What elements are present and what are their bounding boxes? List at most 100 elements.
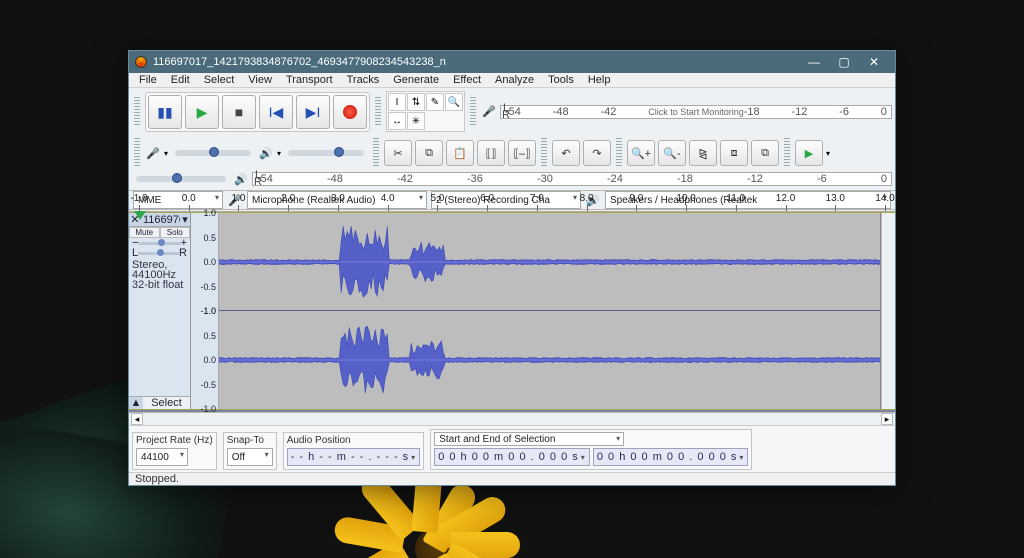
titlebar[interactable]: 116697017_1421793834876702_4693477908234…: [129, 51, 895, 73]
scroll-left-button[interactable]: ◂: [131, 413, 143, 425]
track-area: ✕ 116697017_ ▾ Mute Solo −+ LR Stereo, 4…: [129, 212, 895, 410]
audio-position-field[interactable]: - - h - - m - - . - - - s▾: [287, 448, 421, 466]
menubar: File Edit Select View Transport Tracks G…: [129, 73, 895, 88]
collapse-button[interactable]: ▲: [129, 397, 143, 409]
selection-mode-dropdown[interactable]: Start and End of Selection: [434, 432, 624, 446]
playhead-icon[interactable]: [134, 211, 146, 220]
gain-slider[interactable]: [138, 242, 180, 245]
recording-meter[interactable]: LR -54 -48 -42 -18 -12 -6 0 Click to Sta…: [500, 105, 892, 119]
skip-end-button[interactable]: ▶I: [296, 95, 330, 129]
status-bar: Stopped.: [129, 472, 895, 485]
maximize-button[interactable]: ▢: [829, 51, 859, 73]
zoom-in-button[interactable]: 🔍+: [627, 140, 655, 166]
status-text: Stopped.: [135, 473, 179, 485]
silence-button[interactable]: ⟦–⟧: [508, 140, 536, 166]
project-rate-dropdown[interactable]: 44100: [136, 448, 188, 466]
cut-button[interactable]: ✂: [384, 140, 412, 166]
meter-tick: 0: [881, 173, 887, 185]
pan-slider[interactable]: [138, 252, 179, 255]
skip-start-button[interactable]: I◀: [259, 95, 293, 129]
snap-to-label: Snap-To: [227, 435, 273, 446]
selection-tool-icon[interactable]: I: [388, 93, 406, 111]
zoom-out-button[interactable]: 🔍-: [658, 140, 686, 166]
multi-tool-icon[interactable]: ✳: [407, 112, 425, 130]
copy-button[interactable]: ⧉: [415, 140, 443, 166]
fit-project-button[interactable]: ⧈: [720, 140, 748, 166]
play-speed-slider[interactable]: [136, 176, 226, 182]
toolbar-grip[interactable]: [134, 97, 140, 127]
meter-tick: -12: [747, 173, 763, 185]
menu-effect[interactable]: Effect: [447, 73, 487, 87]
playback-device-dropdown[interactable]: Speakers / Headphones (Realtek: [605, 191, 891, 209]
undo-button[interactable]: ↶: [552, 140, 580, 166]
waveform-display[interactable]: [219, 213, 881, 409]
redo-button[interactable]: ↷: [583, 140, 611, 166]
meter-tick: -54: [257, 173, 273, 185]
menu-view[interactable]: View: [242, 73, 278, 87]
menu-transport[interactable]: Transport: [280, 73, 339, 87]
snap-to-dropdown[interactable]: Off: [227, 448, 273, 466]
zoom-tool-icon[interactable]: 🔍: [445, 93, 463, 111]
recording-channels-dropdown[interactable]: 2 (Stereo) Recording Cha: [431, 191, 581, 209]
toolbar-grip[interactable]: [784, 138, 790, 168]
transport-toolbar: ▮▮ ▶ ■ I◀ ▶I: [145, 92, 370, 132]
recording-volume-slider[interactable]: [175, 150, 251, 156]
play-button[interactable]: ▶: [185, 95, 219, 129]
record-button[interactable]: [333, 95, 367, 129]
menu-select[interactable]: Select: [198, 73, 241, 87]
paste-button[interactable]: 📋: [446, 140, 474, 166]
toolbar-grip[interactable]: [541, 138, 547, 168]
speaker-icon: 🔊: [233, 171, 249, 187]
meter-tick: -42: [397, 173, 413, 185]
track-name[interactable]: 116697017_: [141, 214, 180, 226]
menu-analyze[interactable]: Analyze: [489, 73, 540, 87]
menu-file[interactable]: File: [133, 73, 163, 87]
menu-tools[interactable]: Tools: [542, 73, 580, 87]
track-menu-button[interactable]: ▾: [180, 213, 190, 226]
menu-generate[interactable]: Generate: [387, 73, 445, 87]
close-button[interactable]: ✕: [859, 51, 889, 73]
app-logo-icon: [135, 56, 147, 68]
speaker-icon: 🔊: [258, 145, 274, 161]
minimize-button[interactable]: —: [799, 51, 829, 73]
scroll-right-button[interactable]: ▸: [881, 413, 893, 425]
playback-volume-slider[interactable]: [288, 150, 364, 156]
toolbar-grip[interactable]: [470, 97, 476, 127]
vertical-scale[interactable]: 1.00.50.0-0.5-1.01.00.50.0-0.5-1.0: [191, 213, 219, 409]
selection-end-field[interactable]: 0 0 h 0 0 m 0 0 . 0 0 0 s▾: [593, 448, 749, 466]
meter-tick: -30: [537, 173, 553, 185]
menu-tracks[interactable]: Tracks: [341, 73, 386, 87]
horizontal-scrollbar[interactable]: ◂ ▸: [129, 412, 895, 425]
menu-help[interactable]: Help: [582, 73, 617, 87]
mic-icon: 🎤: [145, 145, 161, 161]
toolbar-grip[interactable]: [373, 138, 379, 168]
menu-edit[interactable]: Edit: [165, 73, 196, 87]
stop-button[interactable]: ■: [222, 95, 256, 129]
draw-tool-icon[interactable]: ✎: [426, 93, 444, 111]
envelope-tool-icon[interactable]: ⇅: [407, 93, 425, 111]
meter-tick: -36: [467, 173, 483, 185]
vertical-scrollbar[interactable]: [881, 213, 895, 409]
selection-start-field[interactable]: 0 0 h 0 0 m 0 0 . 0 0 0 s▾: [434, 448, 590, 466]
project-rate-label: Project Rate (Hz): [136, 435, 213, 446]
timeline-ruler[interactable]: -1.00.01.02.03.04.05.06.07.08.09.010.011…: [129, 210, 895, 212]
meter-message[interactable]: Click to Start Monitoring: [501, 106, 891, 118]
audio-position-label: Audio Position: [287, 435, 421, 446]
toolbar-grip[interactable]: [134, 138, 140, 168]
trim-button[interactable]: ⟦⟧: [477, 140, 505, 166]
toolbar-grip[interactable]: [616, 138, 622, 168]
play-at-speed-button[interactable]: ▶: [795, 140, 823, 166]
track-control-panel: ✕ 116697017_ ▾ Mute Solo −+ LR Stereo, 4…: [129, 213, 191, 409]
timeshift-tool-icon[interactable]: ↔: [388, 112, 406, 130]
pause-button[interactable]: ▮▮: [148, 95, 182, 129]
fit-selection-button[interactable]: ⧎: [689, 140, 717, 166]
toolbar-grip[interactable]: [375, 97, 381, 127]
playback-meter[interactable]: LR -54 -48 -42 -36 -30 -24 -18 -12 -6 0: [252, 172, 892, 186]
selection-toolbar: Project Rate (Hz) 44100 Snap-To Off Audi…: [129, 425, 895, 472]
tools-toolbar: I ⇅ ✎ 🔍 ↔ ✳: [386, 91, 465, 132]
zoom-toggle-button[interactable]: ⧉: [751, 140, 779, 166]
meter-tick: -48: [327, 173, 343, 185]
audacity-window: 116697017_1421793834876702_4693477908234…: [128, 50, 896, 486]
meter-tick: -18: [677, 173, 693, 185]
track-select-button[interactable]: Select: [143, 397, 190, 409]
